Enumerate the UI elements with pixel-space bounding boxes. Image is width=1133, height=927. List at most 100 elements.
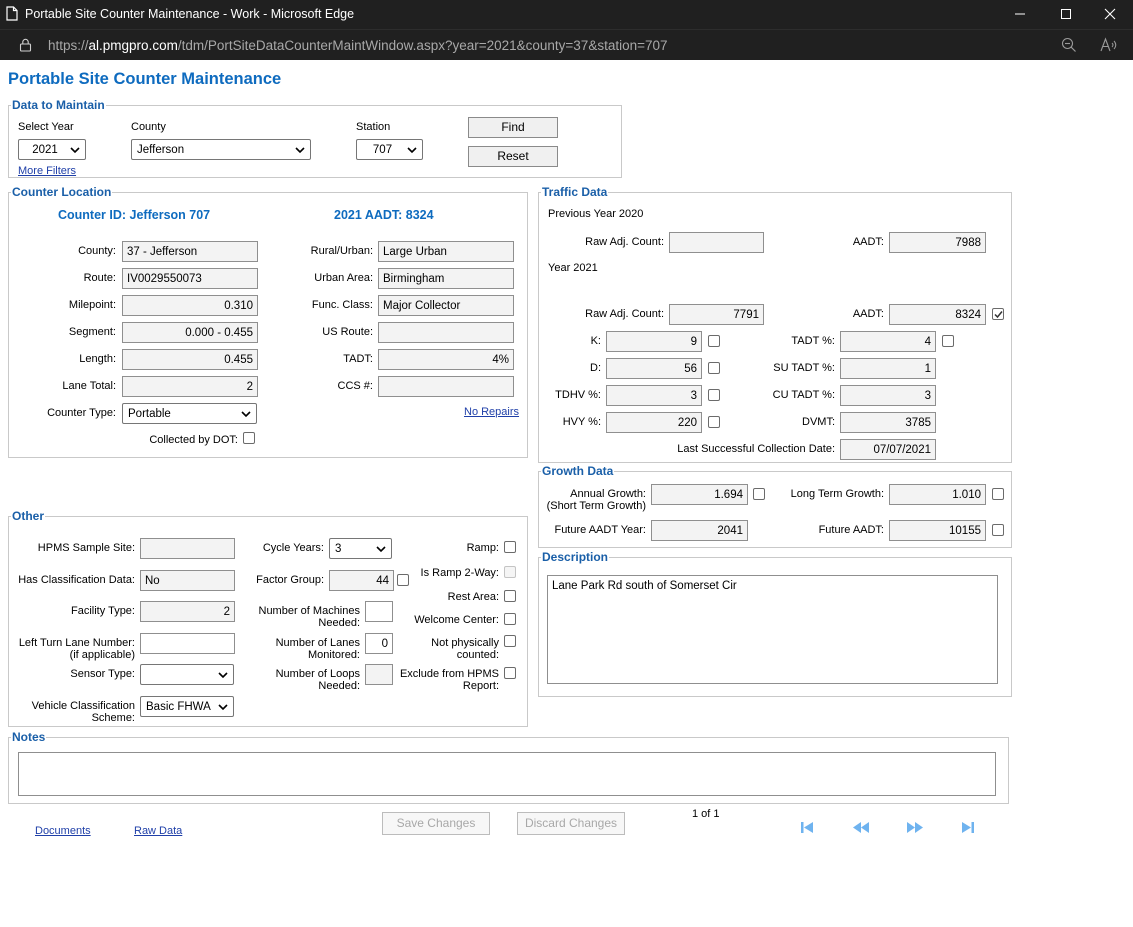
not-physically-checkbox[interactable] <box>504 635 516 647</box>
discard-changes-button[interactable]: Discard Changes <box>517 812 625 835</box>
cl-county-label: County: <box>78 245 116 257</box>
raw-count-label: Raw Adj. Count: <box>585 308 664 320</box>
d-checkbox[interactable] <box>708 362 720 374</box>
aadt-checkbox[interactable] <box>992 308 1004 320</box>
url-host: al.pmgpro.com <box>88 38 178 53</box>
ramp-2way-checkbox[interactable] <box>504 566 516 578</box>
no-repairs-link[interactable]: No Repairs <box>464 406 519 418</box>
find-button[interactable]: Find <box>468 117 558 138</box>
last-collection-field[interactable]: 07/07/2021 <box>840 439 936 460</box>
tadt-field[interactable]: 4% <box>378 349 514 370</box>
rural-urban-field[interactable]: Large Urban <box>378 241 514 262</box>
k-field[interactable]: 9 <box>606 331 702 352</box>
county-select[interactable]: Jefferson <box>131 139 311 160</box>
cu-tadt-field[interactable]: 3 <box>840 385 936 406</box>
rest-area-checkbox[interactable] <box>504 590 516 602</box>
func-class-field[interactable]: Major Collector <box>378 295 514 316</box>
reset-button[interactable]: Reset <box>468 146 558 167</box>
vcs-select[interactable]: Basic FHWA <box>140 696 234 717</box>
loops-label: Number of Loops <box>275 668 360 680</box>
raw-count-field[interactable]: 7791 <box>669 304 764 325</box>
sensor-type-select[interactable] <box>140 664 234 685</box>
raw-data-link[interactable]: Raw Data <box>134 825 182 837</box>
close-button[interactable] <box>1087 0 1133 29</box>
cycle-years-select[interactable]: 3 <box>329 538 392 559</box>
counter-type-value: Portable <box>128 408 171 420</box>
not-physically-sublabel: counted: <box>456 649 499 661</box>
save-changes-button[interactable]: Save Changes <box>382 812 490 835</box>
segment-field[interactable]: 0.000 - 0.455 <box>122 322 258 343</box>
url-text[interactable]: https://al.pmgpro.com/tdm/PortSiteDataCo… <box>48 38 668 53</box>
cl-county-field[interactable]: 37 - Jefferson <box>122 241 258 262</box>
county-label: County <box>131 121 166 133</box>
exclude-hpms-sublabel: Report: <box>462 680 499 692</box>
long-term-growth-field[interactable]: 1.010 <box>889 484 986 505</box>
station-select[interactable]: 707 <box>356 139 423 160</box>
prev-raw-field[interactable] <box>669 232 764 253</box>
collected-by-dot-checkbox[interactable] <box>243 432 255 444</box>
documents-link[interactable]: Documents <box>35 825 91 837</box>
tdhv-field[interactable]: 3 <box>606 385 702 406</box>
factor-group-field[interactable]: 44 <box>329 570 394 591</box>
future-year-label: Future AADT Year: <box>554 524 646 536</box>
hpms-label: HPMS Sample Site: <box>37 542 135 554</box>
description-textarea[interactable]: Lane Park Rd south of Somerset Cir <box>547 575 998 684</box>
future-aadt-checkbox[interactable] <box>992 524 1004 536</box>
previous-year-label: Previous Year 2020 <box>548 208 644 220</box>
dvmt-field[interactable]: 3785 <box>840 412 936 433</box>
url-path: /tdm/PortSiteDataCounterMaintWindow.aspx… <box>177 38 668 53</box>
year-select[interactable]: 2021 <box>18 139 86 160</box>
tadt-pct-field[interactable]: 4 <box>840 331 936 352</box>
read-aloud-icon[interactable] <box>1100 37 1118 53</box>
tdhv-checkbox[interactable] <box>708 389 720 401</box>
zoom-out-icon[interactable] <box>1061 37 1077 53</box>
last-page-icon[interactable] <box>961 821 975 834</box>
hvy-checkbox[interactable] <box>708 416 720 428</box>
ccs-field[interactable] <box>378 376 514 397</box>
loops-field[interactable] <box>365 664 393 685</box>
hpms-field[interactable] <box>140 538 235 559</box>
close-icon <box>1104 8 1116 20</box>
counter-location-legend: Counter Location <box>11 185 113 199</box>
left-turn-field[interactable] <box>140 633 235 654</box>
next-page-icon[interactable] <box>906 821 924 834</box>
previous-page-icon[interactable] <box>852 821 870 834</box>
annual-growth-checkbox[interactable] <box>753 488 765 500</box>
urban-area-field[interactable]: Birmingham <box>378 268 514 289</box>
more-filters-link[interactable]: More Filters <box>18 165 76 177</box>
notes-textarea[interactable] <box>18 752 996 796</box>
future-aadt-label: Future AADT: <box>818 524 884 536</box>
address-bar[interactable]: https://al.pmgpro.com/tdm/PortSiteDataCo… <box>0 29 1133 60</box>
vcs-sublabel: Scheme: <box>91 712 135 724</box>
future-year-field[interactable]: 2041 <box>651 520 748 541</box>
welcome-center-checkbox[interactable] <box>504 613 516 625</box>
su-tadt-field[interactable]: 1 <box>840 358 936 379</box>
hvy-field[interactable]: 220 <box>606 412 702 433</box>
maximize-button[interactable] <box>1043 0 1089 29</box>
k-checkbox[interactable] <box>708 335 720 347</box>
class-data-label: Has Classification Data: <box>18 574 135 586</box>
class-data-field[interactable]: No <box>140 570 235 591</box>
exclude-hpms-checkbox[interactable] <box>504 667 516 679</box>
tadt-pct-checkbox[interactable] <box>942 335 954 347</box>
length-field[interactable]: 0.455 <box>122 349 258 370</box>
route-field[interactable]: IV0029550073 <box>122 268 258 289</box>
facility-type-field[interactable]: 2 <box>140 601 235 622</box>
counter-type-select[interactable]: Portable <box>122 403 257 424</box>
prev-aadt-field[interactable]: 7988 <box>889 232 986 253</box>
milepoint-field[interactable]: 0.310 <box>122 295 258 316</box>
d-field[interactable]: 56 <box>606 358 702 379</box>
aadt-field[interactable]: 8324 <box>889 304 986 325</box>
us-route-field[interactable] <box>378 322 514 343</box>
first-page-icon[interactable] <box>800 821 814 834</box>
long-term-growth-checkbox[interactable] <box>992 488 1004 500</box>
minimize-button[interactable] <box>997 0 1043 29</box>
lane-total-field[interactable]: 2 <box>122 376 258 397</box>
machines-field[interactable] <box>365 601 393 622</box>
page-icon <box>6 6 18 21</box>
station-label: Station <box>356 121 391 133</box>
lanes-field[interactable]: 0 <box>365 633 393 654</box>
ramp-checkbox[interactable] <box>504 541 516 553</box>
future-aadt-field[interactable]: 10155 <box>889 520 986 541</box>
annual-growth-field[interactable]: 1.694 <box>651 484 748 505</box>
